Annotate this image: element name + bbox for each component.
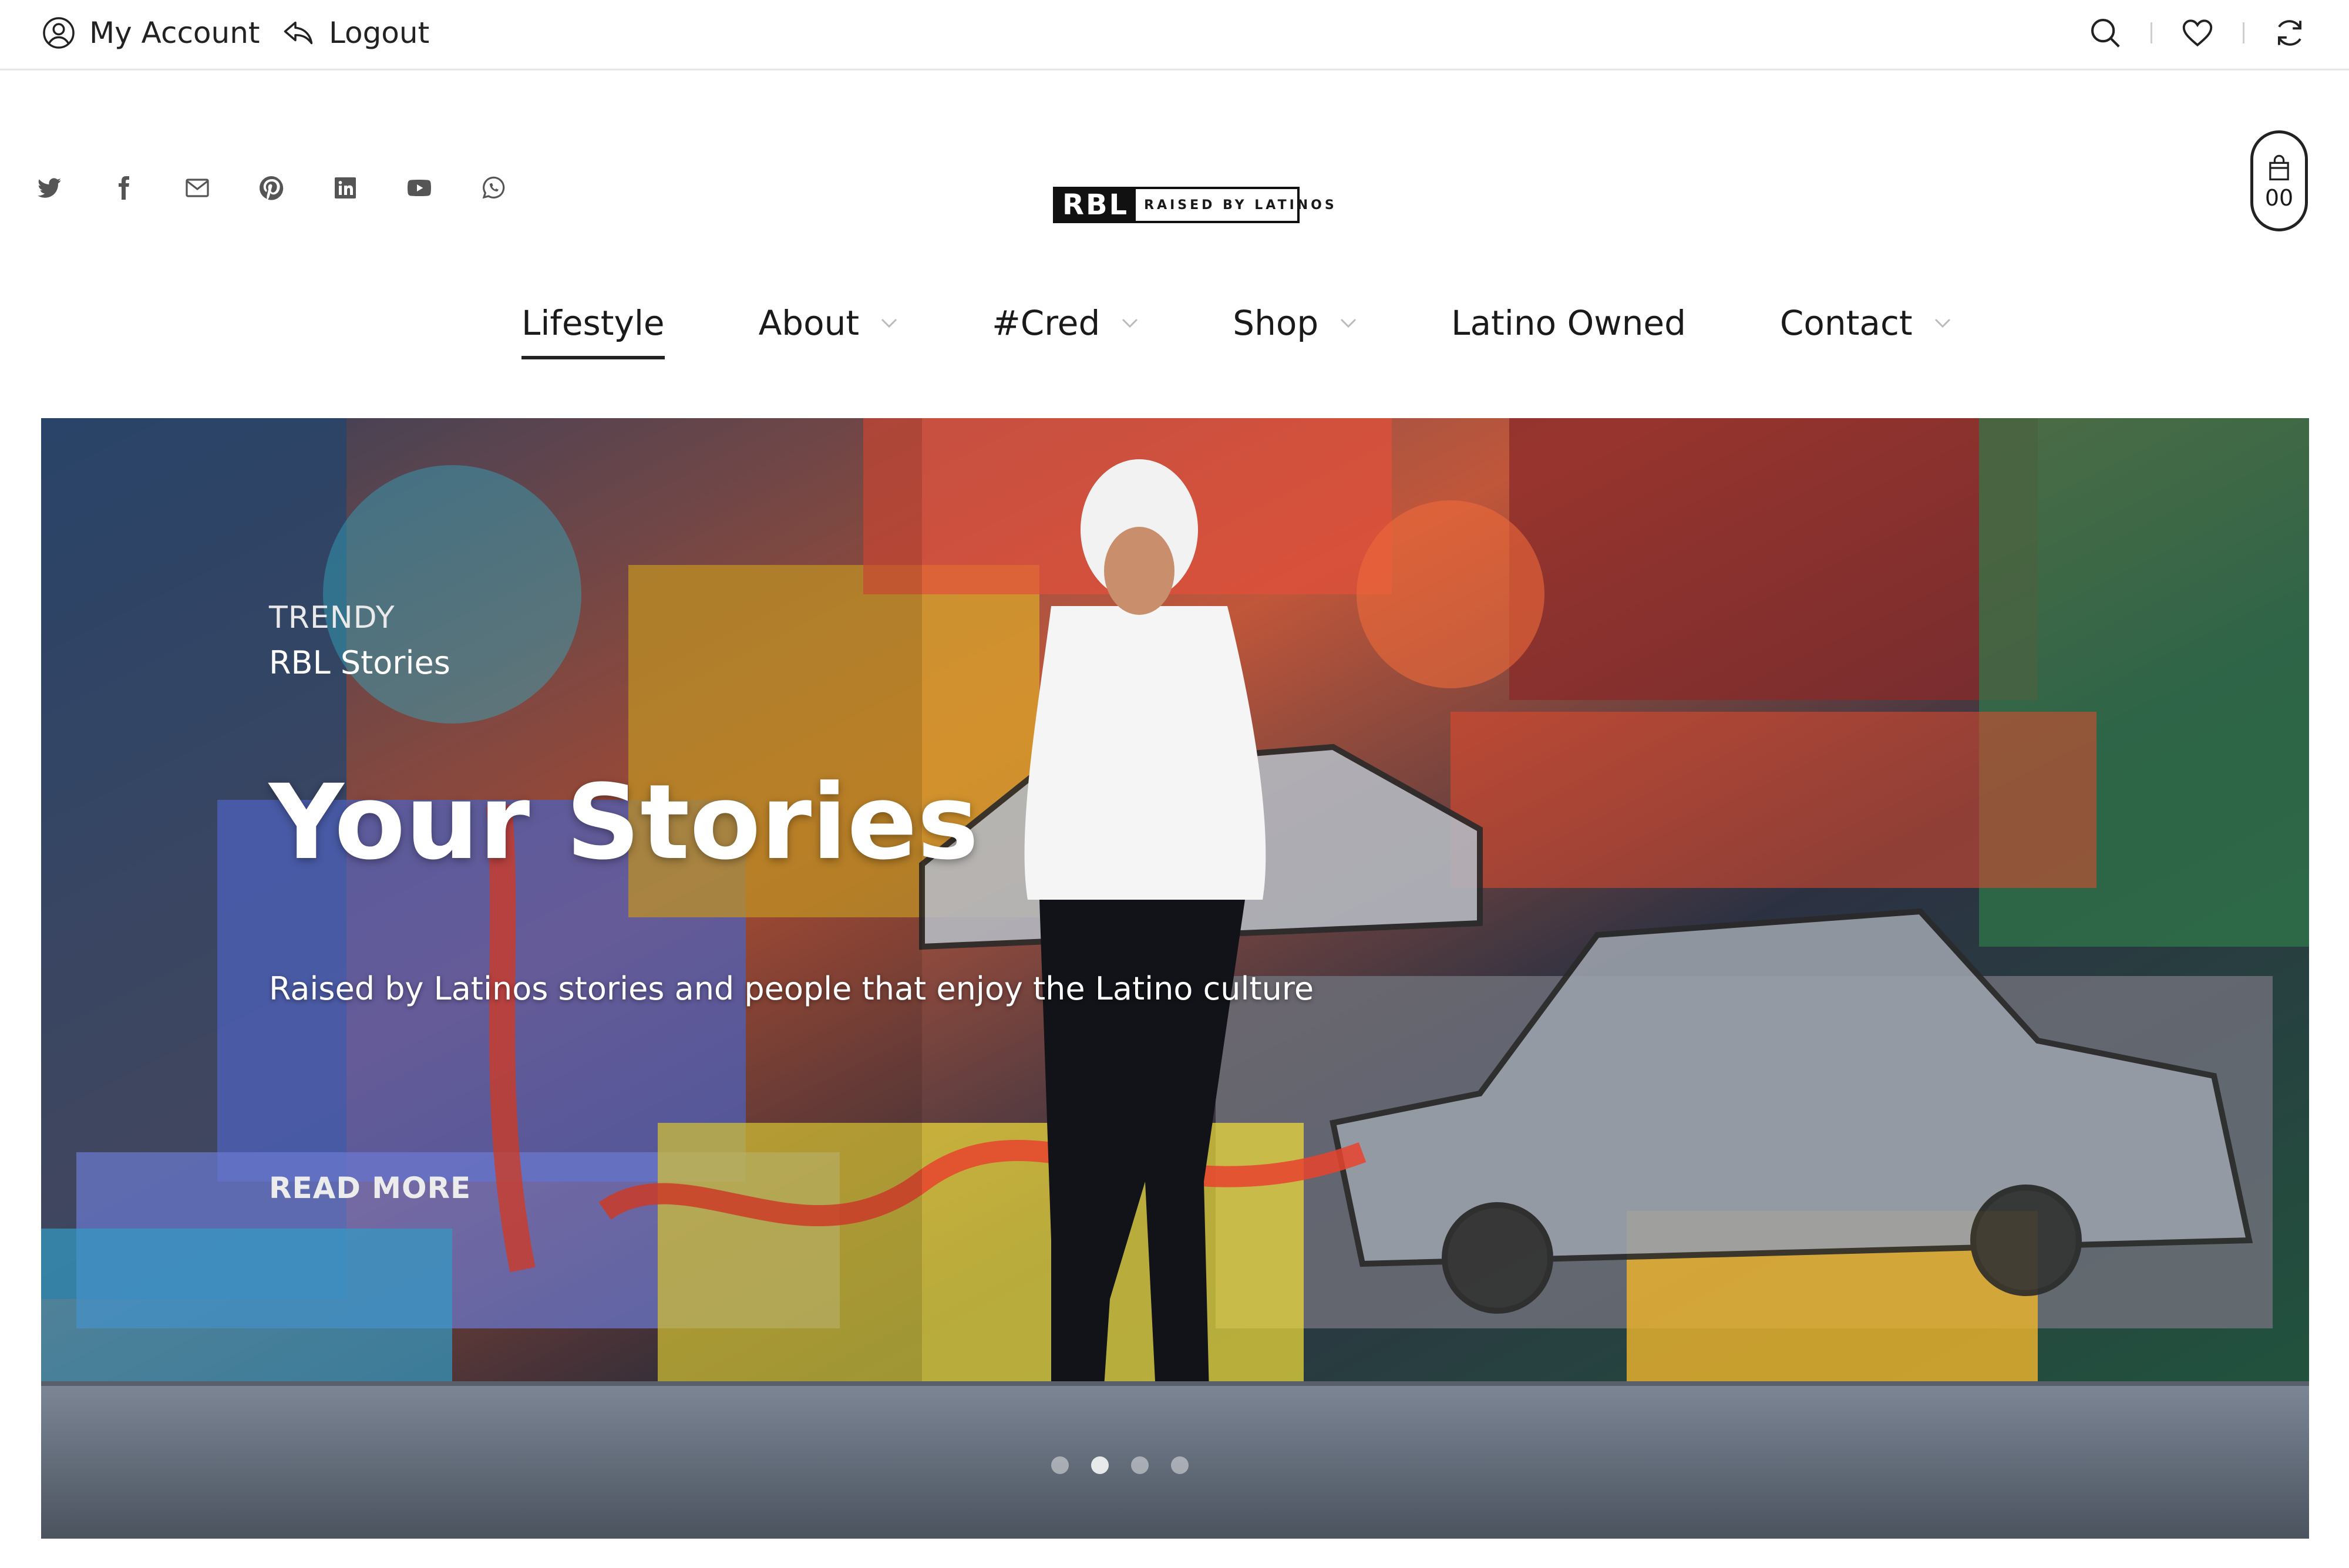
tools-divider [2243, 22, 2244, 43]
header-tools [2087, 12, 2308, 54]
nav-item-label: Shop [1233, 303, 1319, 343]
cart-button[interactable]: 00 [2250, 130, 2308, 231]
nav-item-label: Latino Owned [1451, 303, 1686, 343]
heart-icon[interactable] [2179, 15, 2216, 51]
nav-item-label: About [758, 303, 860, 343]
my-account-link[interactable]: My Account [41, 12, 260, 54]
user-icon [43, 17, 75, 49]
logout-link[interactable]: Logout [281, 12, 429, 54]
pinterest-icon[interactable] [257, 174, 285, 202]
nav-item-contact[interactable]: Contact [1780, 303, 1951, 343]
nav-item-shop[interactable]: Shop [1233, 303, 1357, 343]
slider-dot[interactable] [1131, 1456, 1149, 1474]
chevron-down-icon [1122, 318, 1138, 328]
twitter-icon[interactable] [35, 174, 63, 202]
logo-tagline: RAISED BY LATINOS [1144, 197, 1337, 213]
tools-divider [2151, 22, 2152, 43]
compare-refresh-icon[interactable] [2271, 15, 2308, 51]
slider-pagination [1051, 1456, 1189, 1474]
logo-mark: RBL [1055, 189, 1136, 221]
whatsapp-icon[interactable] [479, 174, 507, 202]
chevron-down-icon [1341, 318, 1357, 328]
facebook-icon[interactable] [109, 174, 137, 202]
site-logo[interactable]: RBL RAISED BY LATINOS [1053, 187, 1334, 223]
cart-count: 00 [2264, 185, 2294, 211]
chevron-down-icon [1934, 318, 1950, 328]
youtube-icon[interactable] [405, 174, 433, 202]
slider-dot[interactable] [1091, 1456, 1109, 1474]
chevron-down-icon [881, 318, 897, 328]
hero-slider: TRENDY RBL Stories Your Stories Raised b… [41, 418, 2309, 1539]
top-utility-bar: My Account Logout [0, 0, 2349, 70]
slider-dot[interactable] [1051, 1456, 1069, 1474]
hero-description: Raised by Latinos stories and people tha… [269, 970, 1314, 1007]
logout-arrow-icon [284, 21, 313, 45]
read-more-button[interactable]: READ MORE [269, 1171, 471, 1205]
search-icon[interactable] [2087, 15, 2123, 51]
linkedin-icon[interactable] [331, 174, 359, 202]
email-icon[interactable] [183, 174, 211, 202]
main-nav: Lifestyle About #Cred Shop Latino Owned … [521, 294, 1951, 359]
slider-dot[interactable] [1171, 1456, 1189, 1474]
hero-kicker: TRENDY [269, 600, 395, 635]
nav-item-label: Lifestyle [521, 303, 665, 343]
nav-item-label: #Cred [992, 303, 1101, 343]
hero-category[interactable]: RBL Stories [269, 644, 450, 681]
nav-item-lifestyle[interactable]: Lifestyle [521, 303, 665, 359]
social-links [35, 174, 507, 202]
logout-label: Logout [329, 16, 430, 50]
nav-item-latino-owned[interactable]: Latino Owned [1451, 303, 1686, 343]
shopping-bag-icon [2269, 154, 2289, 181]
hero-title: Your Stories [269, 762, 979, 883]
nav-item-cred[interactable]: #Cred [992, 303, 1139, 343]
nav-item-label: Contact [1779, 303, 1913, 343]
my-account-label: My Account [89, 16, 260, 50]
nav-item-about[interactable]: About [759, 303, 898, 343]
